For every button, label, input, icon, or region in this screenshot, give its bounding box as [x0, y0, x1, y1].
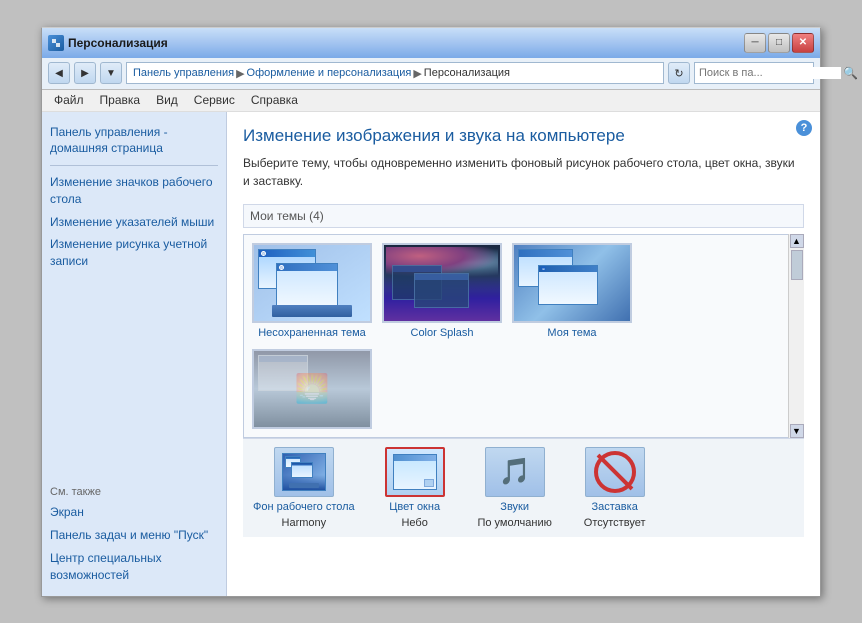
maximize-button[interactable]: □ — [768, 33, 790, 53]
wallpaper-icon-wrapper[interactable] — [274, 447, 334, 497]
wallpaper-label[interactable]: Фон рабочего стола — [253, 501, 355, 513]
content-title: Изменение изображения и звука на компьют… — [243, 126, 804, 146]
sidebar-mouse-pointers[interactable]: Изменение указателей мыши — [50, 212, 218, 233]
breadcrumb-1[interactable]: Панель управления — [133, 67, 234, 79]
address-bar: ◀ ▶ ▼ Панель управления ▶ Оформление и п… — [42, 58, 820, 90]
bottom-toolbar: Фон рабочего стола Harmony Цвет окна Неб… — [243, 438, 804, 537]
scroll-up[interactable]: ▲ — [790, 234, 804, 248]
separator-2: ▶ — [413, 67, 421, 80]
theme-unsaved[interactable]: ⊞ ⊞ Несохраненная тема — [252, 243, 372, 339]
divider-1 — [50, 165, 218, 166]
theme-thumbnail-unsaved[interactable]: ⊞ ⊞ — [252, 243, 372, 323]
window-icon — [48, 35, 64, 51]
dropdown-button[interactable]: ▼ — [100, 62, 122, 84]
menu-view[interactable]: Вид — [148, 91, 186, 109]
themes-grid-wrapper: ⊞ ⊞ Несохраненная тема — [243, 234, 804, 438]
screensaver-label[interactable]: Заставка — [592, 501, 638, 513]
menu-bar: Файл Правка Вид Сервис Справка — [42, 90, 820, 112]
menu-file[interactable]: Файл — [46, 91, 92, 109]
toolbar-color[interactable]: Цвет окна Небо — [375, 447, 455, 529]
sidebar-account-picture[interactable]: Изменение рисунка учетной записи — [50, 234, 218, 272]
separator-1: ▶ — [236, 67, 244, 80]
theme-name-unsaved[interactable]: Несохраненная тема — [258, 327, 366, 339]
color-icon — [393, 454, 437, 490]
title-bar-left: Персонализация — [48, 35, 168, 51]
close-button[interactable]: ✕ — [792, 33, 814, 53]
refresh-button[interactable]: ↻ — [668, 62, 690, 84]
screensaver-sublabel: Отсутствует — [584, 517, 646, 529]
theme-name-my[interactable]: Моя тема — [547, 327, 596, 339]
forward-button[interactable]: ▶ — [74, 62, 96, 84]
sidebar: Панель управления - домашняя страница Из… — [42, 112, 227, 596]
scrollbar[interactable]: ▲ ▼ — [788, 234, 804, 438]
color-icon-wrapper[interactable] — [385, 447, 445, 497]
window-controls: ─ □ ✕ — [744, 33, 814, 53]
theme-thumbnail-splash[interactable] — [382, 243, 502, 323]
theme-thumbnail-other[interactable]: 🌅 — [252, 349, 372, 429]
theme-thumbnail-my[interactable]: ⊞ — [512, 243, 632, 323]
sidebar-taskbar[interactable]: Панель задач и меню "Пуск" — [50, 525, 218, 546]
sounds-icon: 🎵 — [498, 456, 530, 487]
themes-grid: ⊞ ⊞ Несохраненная тема — [252, 243, 795, 429]
screensaver-icon-wrapper[interactable] — [585, 447, 645, 497]
menu-edit[interactable]: Правка — [92, 91, 149, 109]
search-icon: 🔍 — [843, 66, 858, 80]
my-themes-label: Мои темы (4) — [243, 204, 804, 228]
info-icon: ? — [796, 120, 812, 136]
menu-service[interactable]: Сервис — [186, 91, 243, 109]
address-field[interactable]: Панель управления ▶ Оформление и персона… — [126, 62, 664, 84]
search-input[interactable] — [699, 67, 841, 79]
window-title: Персонализация — [68, 36, 168, 50]
color-sublabel: Небо — [401, 517, 427, 529]
main-area: Панель управления - домашняя страница Из… — [42, 112, 820, 596]
breadcrumb-3: Персонализация — [424, 67, 510, 79]
menu-help[interactable]: Справка — [243, 91, 306, 109]
sidebar-accessibility[interactable]: Центр специальных возможностей — [50, 548, 218, 586]
toolbar-sounds[interactable]: 🎵 Звуки По умолчанию — [475, 447, 555, 529]
see-also-label: См. также — [50, 486, 218, 498]
scroll-down[interactable]: ▼ — [790, 424, 804, 438]
title-bar: Персонализация ─ □ ✕ — [42, 28, 820, 58]
search-box[interactable]: 🔍 — [694, 62, 814, 84]
toolbar-screensaver[interactable]: Заставка Отсутствует — [575, 447, 655, 529]
theme-other[interactable]: 🌅 — [252, 349, 372, 429]
content-area: ? Изменение изображения и звука на компь… — [227, 112, 820, 596]
sidebar-screen[interactable]: Экран — [50, 502, 218, 523]
wallpaper-icon — [282, 453, 326, 491]
minimize-button[interactable]: ─ — [744, 33, 766, 53]
color-label[interactable]: Цвет окна — [389, 501, 440, 513]
breadcrumb-2[interactable]: Оформление и персонализация — [247, 67, 412, 79]
back-button[interactable]: ◀ — [48, 62, 70, 84]
sounds-icon-wrapper[interactable]: 🎵 — [485, 447, 545, 497]
sidebar-home[interactable]: Панель управления - домашняя страница — [50, 122, 218, 160]
wallpaper-sublabel: Harmony — [282, 517, 327, 529]
screensaver-icon — [594, 451, 636, 493]
sidebar-desktop-icons[interactable]: Изменение значков рабочего стола — [50, 172, 218, 210]
scroll-thumb[interactable] — [791, 250, 803, 280]
main-window: Персонализация ─ □ ✕ ◀ ▶ ▼ Панель управл… — [41, 27, 821, 597]
content-description: Выберите тему, чтобы одновременно измени… — [243, 154, 804, 190]
sounds-sublabel: По умолчанию — [477, 517, 551, 529]
theme-my[interactable]: ⊞ Моя тема — [512, 243, 632, 339]
toolbar-wallpaper[interactable]: Фон рабочего стола Harmony — [253, 447, 355, 529]
sounds-label[interactable]: Звуки — [500, 501, 529, 513]
theme-splash[interactable]: Color Splash — [382, 243, 502, 339]
theme-name-splash[interactable]: Color Splash — [411, 327, 474, 339]
